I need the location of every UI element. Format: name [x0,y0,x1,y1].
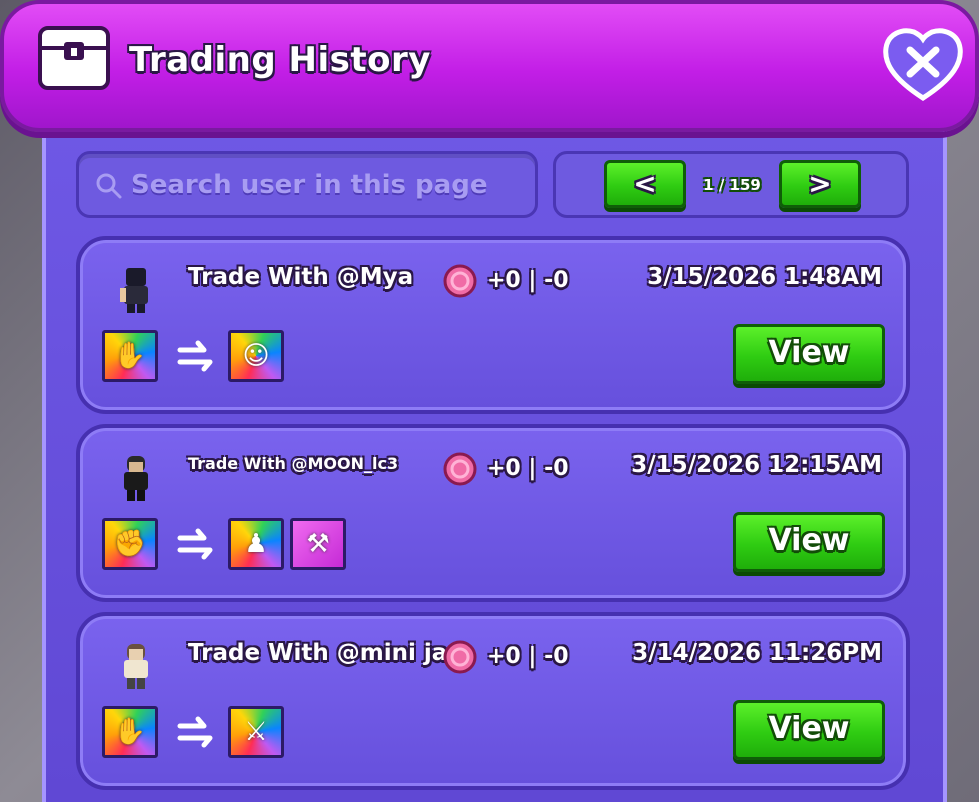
page-indicator: 1 / 159 [703,176,761,194]
trade-date: 3/14/2026 11:26PM [632,640,882,666]
next-page-button[interactable]: > [779,160,861,208]
trade-card: Trade With @mini jac +0 | -0 3/14/2026 1… [76,612,910,790]
view-button[interactable]: View [733,700,885,760]
trade-score: +0 | -0 [487,268,569,293]
rainbow-bat-item[interactable]: ⚔ [228,706,284,758]
header-bar: Trading History [0,0,979,132]
swap-icon [177,528,213,560]
view-button[interactable]: View [733,512,885,572]
coin-icon [443,640,477,674]
view-button-label: View [768,711,850,746]
page-title: Trading History [129,40,431,80]
view-button[interactable]: View [733,324,885,384]
search-input[interactable]: Search user in this page [76,151,538,218]
trade-date: 3/15/2026 1:48AM [647,264,882,290]
trade-score: +0 | -0 [487,456,569,481]
search-placeholder: Search user in this page [131,170,488,200]
pink-hammer-item[interactable]: ⚒ [290,518,346,570]
user-avatar [124,644,148,689]
trade-card: Trade With @MOON_lc3 +0 | -0 3/15/2026 1… [76,424,910,602]
close-icon [883,28,963,101]
rainbow-figure-item[interactable]: ♟ [228,518,284,570]
view-button-label: View [768,335,850,370]
rainbow-gloves-item[interactable]: ✋ [102,330,158,382]
rainbow-avatar-item[interactable]: ☺ [228,330,284,382]
prev-page-label: < [633,167,657,200]
swap-icon [177,716,213,748]
pagination: < 1 / 159 > [553,151,909,218]
user-avatar [124,456,148,501]
rainbow-knuckles-item[interactable]: ✊ [102,518,158,570]
trade-title: Trade With @Mya [188,264,414,290]
close-button[interactable] [882,26,964,102]
coin-icon [443,264,477,298]
view-button-label: View [768,523,850,558]
coin-icon [443,452,477,486]
rainbow-gloves-item[interactable]: ✋ [102,706,158,758]
trade-date: 3/15/2026 12:15AM [631,452,882,478]
user-avatar [120,268,148,313]
search-icon [96,173,122,199]
prev-page-button[interactable]: < [604,160,686,208]
trade-score: +0 | -0 [487,644,569,669]
trade-title: Trade With @MOON_lc3 [188,454,399,473]
next-page-label: > [808,167,832,200]
trade-card: Trade With @Mya +0 | -0 3/15/2026 1:48AM… [76,236,910,414]
trade-title: Trade With @mini jac [188,640,461,666]
swap-icon [177,340,213,372]
chest-icon [38,26,110,90]
